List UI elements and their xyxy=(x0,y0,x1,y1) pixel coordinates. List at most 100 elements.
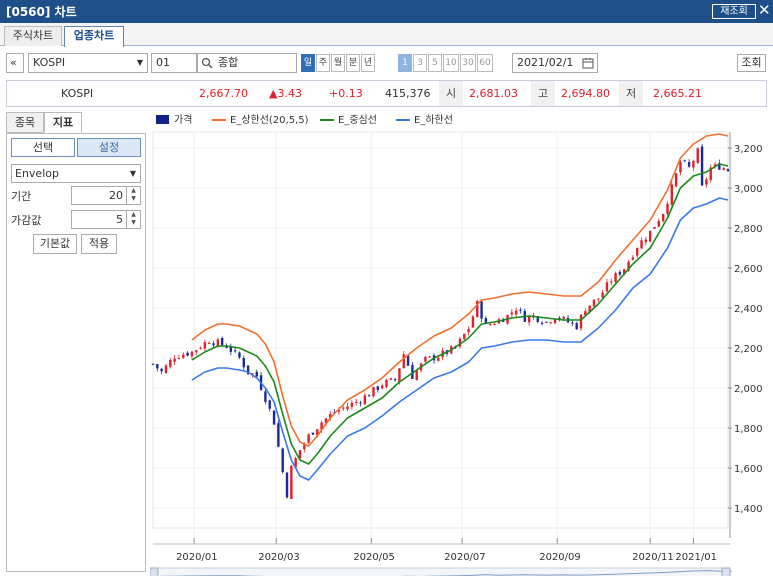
indicator-select[interactable]: Envelop ▼ xyxy=(11,164,141,183)
candle-body xyxy=(428,356,431,358)
interval-10[interactable]: 10 xyxy=(443,54,459,72)
candle-body xyxy=(389,378,392,380)
tab-indicator[interactable]: 지표 xyxy=(44,112,82,133)
x-tick-label: 2020/07 xyxy=(444,552,486,563)
y-tick-label: 3,000 xyxy=(734,184,763,195)
candle-body xyxy=(169,359,172,367)
legend-entry: E_상한선(20,5,5) xyxy=(230,114,309,126)
calendar-icon[interactable] xyxy=(582,57,594,69)
stepper-arrows-icon[interactable]: ▲ ▼ xyxy=(126,211,140,228)
open-label: 시 xyxy=(439,81,463,106)
candle-body xyxy=(398,368,401,383)
legend-entry: E_하한선 xyxy=(414,113,453,126)
candle-body xyxy=(592,299,596,307)
candle-body xyxy=(480,301,483,319)
candle-body xyxy=(679,161,682,173)
low-label: 저 xyxy=(619,81,643,106)
close-icon[interactable]: ✕ xyxy=(758,1,771,19)
candle-body xyxy=(307,434,310,443)
period-minute[interactable]: 분 xyxy=(346,54,360,72)
candle-body xyxy=(342,407,345,409)
view-button[interactable]: 조회 xyxy=(737,54,766,72)
candle-body xyxy=(393,379,397,381)
candle-body xyxy=(514,310,518,315)
period-year[interactable]: 년 xyxy=(361,54,375,72)
candle-body xyxy=(631,257,635,260)
period-month[interactable]: 월 xyxy=(331,54,345,72)
stepper-arrows-icon[interactable]: ▲ ▼ xyxy=(126,187,140,204)
indicator-select-value: Envelop xyxy=(15,167,59,180)
candle-body xyxy=(437,357,440,361)
period-day[interactable]: 일 xyxy=(301,54,315,72)
segment-select[interactable]: 선택 xyxy=(11,138,75,157)
candle-body xyxy=(696,148,699,163)
candle-body xyxy=(648,230,652,242)
navigator-right-handle xyxy=(721,567,731,576)
x-tick-label: 2020/09 xyxy=(539,552,581,563)
candle-body xyxy=(156,364,159,369)
tab-stock-chart[interactable]: 주식차트 xyxy=(4,26,62,46)
candle-body xyxy=(575,323,578,330)
market-select[interactable]: KOSPI ▼ xyxy=(28,53,148,73)
refresh-button[interactable]: 재조회 xyxy=(712,4,756,19)
apply-button[interactable]: 적용 xyxy=(81,234,117,254)
candle-body xyxy=(268,400,271,409)
candle-body xyxy=(402,354,405,369)
interval-3[interactable]: 3 xyxy=(413,54,427,72)
quote-low: 2,665.21 xyxy=(653,87,702,100)
candle-body xyxy=(151,363,155,365)
y-tick-label: 3,200 xyxy=(734,144,763,155)
interval-30[interactable]: 30 xyxy=(460,54,476,72)
default-button[interactable]: 기본값 xyxy=(33,234,77,254)
candle-body xyxy=(367,395,371,397)
candle-body xyxy=(281,448,284,473)
tab-sector-chart[interactable]: 업종차트 xyxy=(64,26,124,47)
candle-body xyxy=(311,432,315,435)
rate-stepper[interactable]: 5 ▲ ▼ xyxy=(71,210,141,229)
price-chart[interactable]: 가격 E_상한선(20,5,5) E_중심선 E_하한선 1,400 1,600 1,800… xyxy=(149,110,773,576)
quote-open: 2,681.03 xyxy=(469,87,518,100)
candle-body xyxy=(610,281,613,283)
interval-1[interactable]: 1 xyxy=(398,54,412,72)
name-input[interactable]: 종합 xyxy=(197,53,297,73)
candle-body xyxy=(597,298,600,300)
candle-body xyxy=(350,402,354,407)
candle-body xyxy=(661,213,665,221)
candle-body xyxy=(277,423,280,447)
period-week[interactable]: 주 xyxy=(316,54,330,72)
candle-body xyxy=(670,184,673,205)
x-tick-label: 2020/03 xyxy=(258,552,300,563)
candle-body xyxy=(220,338,224,345)
navigator-left-handle xyxy=(149,567,159,576)
candle-body xyxy=(164,365,168,373)
y-tick-label: 1,400 xyxy=(734,504,763,515)
y-tick-label: 2,000 xyxy=(734,384,763,395)
x-tick-label: 2020/01 xyxy=(176,552,218,563)
quote-volume: 415,376 xyxy=(385,87,431,100)
segment-settings[interactable]: 설정 xyxy=(77,138,141,157)
interval-5[interactable]: 5 xyxy=(428,54,442,72)
high-label: 고 xyxy=(531,81,555,106)
quote-name: KOSPI xyxy=(61,87,94,100)
candle-body xyxy=(605,282,609,292)
period-stepper[interactable]: 20 ▲ ▼ xyxy=(71,186,141,205)
candle-body xyxy=(545,321,548,323)
candle-body xyxy=(208,342,211,344)
legend-entry: E_중심선 xyxy=(338,114,377,126)
candle-body xyxy=(212,343,215,346)
collapse-button[interactable]: « xyxy=(6,53,24,73)
date-input[interactable]: 2021/02/1 xyxy=(512,53,598,73)
candle-body xyxy=(489,324,492,326)
date-value: 2021/02/1 xyxy=(517,56,574,69)
interval-60[interactable]: 60 xyxy=(477,54,493,72)
candle-body xyxy=(182,354,185,358)
candle-body xyxy=(354,401,358,404)
code-input[interactable]: 01 xyxy=(151,53,197,73)
search-icon[interactable] xyxy=(201,57,213,69)
indicator-panel: 종목 지표 선택 설정 Envelop ▼ 기간 20 ▲ ▼ 가감값 5 ▲ ▼ … xyxy=(6,112,146,572)
y-tick-label: 1,600 xyxy=(734,464,763,475)
tab-item[interactable]: 종목 xyxy=(6,112,44,133)
candle-body xyxy=(636,248,639,256)
candle-body xyxy=(290,465,293,499)
chart-area[interactable]: 가격 E_상한선(20,5,5) E_중심선 E_하한선 1,400 1,600 1,800… xyxy=(149,110,773,576)
